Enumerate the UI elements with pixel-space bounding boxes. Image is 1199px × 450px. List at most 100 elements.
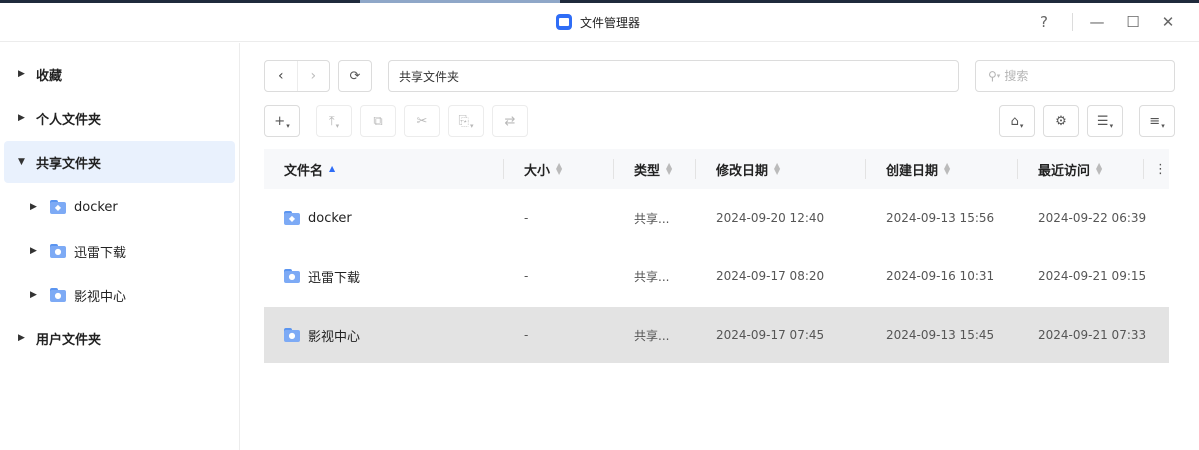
- scissors-icon: ✂: [416, 113, 428, 129]
- close-button[interactable]: ✕: [1158, 12, 1178, 32]
- type-cell: 共享...: [634, 328, 670, 343]
- table-row[interactable]: ● 迅雷下载 - 共享... 2024-09-17 08:20 2024-09-…: [264, 248, 1169, 304]
- size-cell: -: [524, 269, 529, 283]
- file-name-cell[interactable]: ◆ docker: [284, 190, 352, 246]
- sidebar-item-media-center[interactable]: ▶ ● 影视中心: [30, 274, 230, 316]
- sidebar-item-xunlei[interactable]: ▶ ● 迅雷下载: [30, 230, 230, 272]
- accessed-cell: 2024-09-21 09:15: [1038, 269, 1147, 283]
- type-cell: 共享...: [634, 211, 670, 226]
- briefcase-icon: ⌂: [1010, 113, 1019, 129]
- column-divider[interactable]: [695, 159, 696, 179]
- caret-right-icon[interactable]: ▶: [18, 333, 30, 343]
- modified-cell: 2024-09-17 08:20: [716, 269, 825, 283]
- file-name-cell[interactable]: ● 迅雷下载: [284, 248, 360, 304]
- shared-folder-icon: ●: [284, 328, 300, 342]
- share-button[interactable]: ⌂ ▾: [999, 105, 1035, 137]
- column-divider[interactable]: [613, 159, 614, 179]
- shared-folder-icon: ●: [50, 244, 66, 258]
- sort-button[interactable]: ≡ ▾: [1139, 105, 1175, 137]
- docker-folder-icon: ◆: [284, 211, 300, 225]
- column-header-type[interactable]: 类型 ▲ ▼: [634, 149, 672, 189]
- sidebar-item-shared-folder[interactable]: ▼ 共享文件夹: [4, 141, 235, 183]
- caret-right-icon[interactable]: ▶: [30, 246, 42, 256]
- cut-button[interactable]: ✂: [404, 105, 440, 137]
- app-title: 文件管理器: [556, 13, 640, 31]
- sidebar-item-label: 个人文件夹: [36, 112, 102, 128]
- sort-icon: ▲ ▼: [774, 161, 781, 176]
- sidebar-item-label: 影视中心: [74, 289, 127, 305]
- paste-icon: ⎘: [458, 113, 469, 129]
- column-header-size[interactable]: 大小 ▲ ▼: [524, 149, 562, 189]
- more-columns-icon[interactable]: ⋮: [1154, 149, 1167, 189]
- path-text: 共享文件夹: [399, 69, 460, 84]
- window-title: 文件管理器: [580, 15, 641, 30]
- caret-down-icon[interactable]: ▼: [18, 157, 30, 167]
- maximize-button[interactable]: ☐: [1123, 12, 1143, 32]
- file-manager-icon: [556, 14, 572, 30]
- size-cell: -: [524, 328, 529, 342]
- caret-right-icon[interactable]: ▶: [30, 202, 42, 212]
- sidebar-item-personal-folder[interactable]: ▶ 个人文件夹: [4, 97, 235, 139]
- top-strip: [0, 0, 1199, 3]
- accessed-cell: 2024-09-22 06:39: [1038, 211, 1147, 225]
- column-divider[interactable]: [865, 159, 866, 179]
- column-header-name[interactable]: 文件名 ▲: [284, 149, 335, 189]
- column-divider[interactable]: [503, 159, 504, 179]
- sort-icon: ≡: [1149, 113, 1161, 129]
- sort-ascending-icon: ▲: [329, 164, 336, 173]
- modified-cell: 2024-09-17 07:45: [716, 328, 825, 342]
- sort-icon: ▲ ▼: [666, 161, 673, 176]
- sidebar-item-favorites[interactable]: ▶ 收藏: [4, 53, 235, 95]
- upload-button[interactable]: ⤒ ▾: [316, 105, 352, 137]
- column-header-created[interactable]: 创建日期 ▲ ▼: [886, 149, 950, 189]
- shared-folder-icon: ●: [284, 269, 300, 283]
- move-icon: ⇄: [504, 113, 516, 129]
- upload-icon: ⤒: [328, 113, 335, 129]
- nav-button-group: ‹ ›: [264, 60, 330, 92]
- docker-folder-icon: ◆: [50, 200, 66, 214]
- settings-button[interactable]: ⚙: [1043, 105, 1079, 137]
- sidebar-item-docker[interactable]: ▶ ◆ docker: [30, 186, 230, 228]
- modified-cell: 2024-09-20 12:40: [716, 211, 825, 225]
- move-button[interactable]: ⇄: [492, 105, 528, 137]
- help-button[interactable]: ?: [1034, 12, 1054, 32]
- sidebar-item-user-folder[interactable]: ▶ 用户文件夹: [4, 317, 235, 359]
- column-divider[interactable]: [1017, 159, 1018, 179]
- forward-button[interactable]: ›: [296, 61, 330, 91]
- window-controls-divider: [1072, 13, 1073, 31]
- view-mode-button[interactable]: ☰ ▾: [1087, 105, 1123, 137]
- top-strip-accent: [360, 0, 560, 3]
- file-name-cell[interactable]: ● 影视中心: [284, 307, 360, 363]
- caret-right-icon[interactable]: ▶: [18, 113, 30, 123]
- title-bar: 文件管理器 ? — ☐ ✕: [0, 0, 1199, 42]
- plus-icon: +: [274, 113, 286, 129]
- refresh-button[interactable]: ⟳: [338, 60, 372, 92]
- created-cell: 2024-09-13 15:56: [886, 211, 995, 225]
- minimize-button[interactable]: —: [1087, 12, 1107, 32]
- copy-button[interactable]: ⧉: [360, 105, 396, 137]
- size-cell: -: [524, 211, 529, 225]
- caret-right-icon[interactable]: ▶: [18, 69, 30, 79]
- search-box[interactable]: ⚲ ▾: [975, 60, 1175, 92]
- search-dropdown-icon: ▾: [996, 72, 1001, 80]
- table-row[interactable]: ◆ docker - 共享... 2024-09-20 12:40 2024-0…: [264, 190, 1169, 246]
- column-divider[interactable]: [1143, 159, 1144, 179]
- gear-icon: ⚙: [1055, 113, 1067, 129]
- chevron-down-icon: ▾: [469, 122, 474, 130]
- paste-button[interactable]: ⎘ ▾: [448, 105, 484, 137]
- chevron-down-icon: ▾: [335, 122, 340, 130]
- sidebar-item-label: 迅雷下载: [74, 245, 127, 261]
- new-button[interactable]: + ▾: [264, 105, 300, 137]
- table-row-selected[interactable]: ● 影视中心 - 共享... 2024-09-17 07:45 2024-09-…: [264, 307, 1169, 363]
- back-button[interactable]: ‹: [265, 61, 297, 91]
- chevron-down-icon: ▾: [1019, 122, 1024, 130]
- path-bar[interactable]: 共享文件夹: [388, 60, 959, 92]
- refresh-icon: ⟳: [349, 68, 361, 84]
- caret-right-icon[interactable]: ▶: [30, 290, 42, 300]
- list-view-icon: ☰: [1096, 113, 1109, 129]
- search-input[interactable]: [1004, 69, 1155, 83]
- created-cell: 2024-09-16 10:31: [886, 269, 995, 283]
- chevron-down-icon: ▾: [1109, 122, 1114, 130]
- column-header-accessed[interactable]: 最近访问 ▲ ▼: [1038, 149, 1102, 189]
- column-header-modified[interactable]: 修改日期 ▲ ▼: [716, 149, 780, 189]
